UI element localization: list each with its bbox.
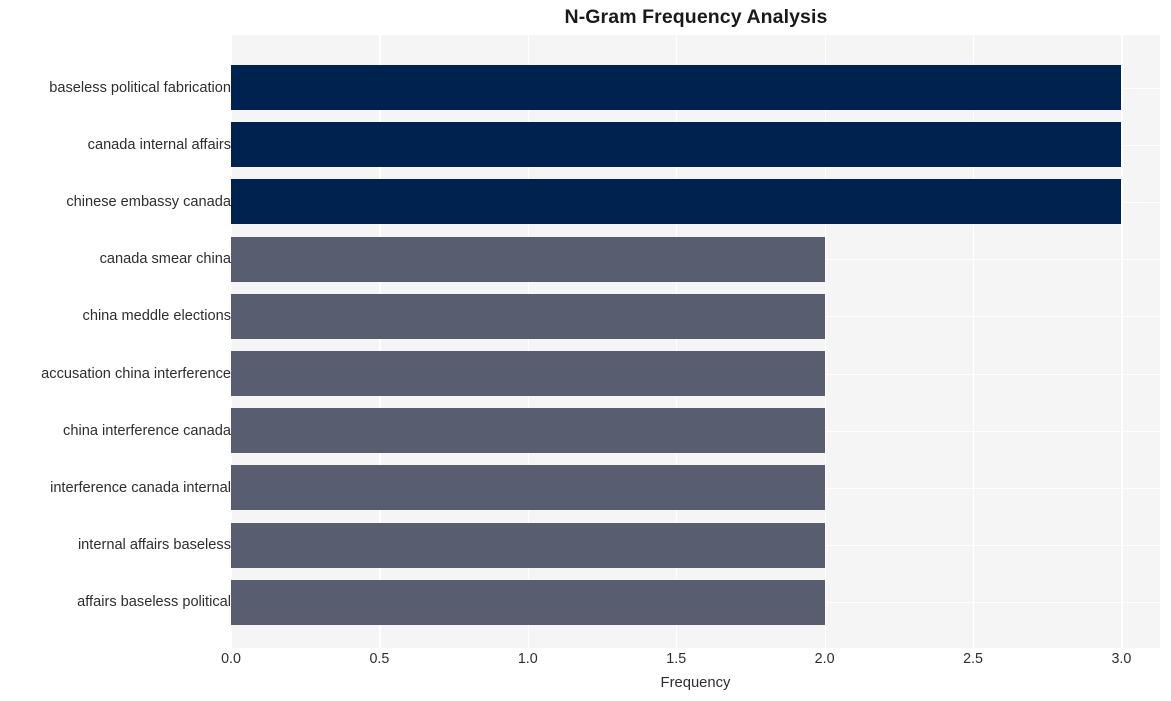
bar — [231, 408, 825, 454]
bar — [231, 579, 825, 625]
x-axis-tick-label: 0.0 — [221, 651, 241, 667]
y-axis-tick-label: affairs baseless political — [77, 594, 231, 611]
bar — [231, 293, 825, 339]
x-axis-tick-label: 2.0 — [814, 651, 835, 667]
y-axis-tick-label: canada smear china — [99, 251, 231, 268]
ngram-frequency-chart: N-Gram Frequency Analysis baseless polit… — [0, 0, 1171, 701]
bar — [231, 65, 1122, 110]
x-axis-tick-labels: 0.0 0.5 1.0 1.5 2.0 2.5 3.0 — [221, 651, 1160, 674]
y-axis-tick-label: accusation china interference — [41, 365, 231, 382]
y-axis-tick-label: china interference canada — [63, 422, 231, 439]
y-axis-tick-label: baseless political fabrication — [49, 79, 231, 96]
y-axis-tick-label: internal affairs baseless — [77, 537, 231, 554]
x-axis-tick-label: 1.5 — [666, 651, 687, 667]
y-axis-labels: baseless political fabrication canada int… — [0, 35, 231, 648]
bar — [231, 179, 1122, 225]
y-axis-tick-label: chinese embassy canada — [66, 193, 231, 210]
y-axis-tick-label: canada internal affairs — [87, 136, 231, 153]
y-axis-tick-label: china meddle elections — [82, 308, 231, 325]
x-gridline — [1121, 35, 1123, 648]
bar — [231, 236, 825, 282]
chart-title: N-Gram Frequency Analysis — [564, 6, 828, 28]
plot-area — [231, 35, 1160, 648]
x-axis-tick-label: 1.0 — [517, 651, 538, 667]
x-axis-tick-label: 2.5 — [963, 651, 983, 667]
bar — [231, 522, 825, 568]
bar — [231, 122, 1122, 168]
x-axis-tick-label: 0.5 — [369, 651, 390, 667]
bar — [231, 351, 825, 396]
bar — [231, 465, 825, 511]
x-axis-title: Frequency — [660, 675, 731, 691]
x-axis-tick-label: 3.0 — [1111, 651, 1132, 667]
y-axis-tick-label: interference canada internal — [50, 479, 231, 496]
